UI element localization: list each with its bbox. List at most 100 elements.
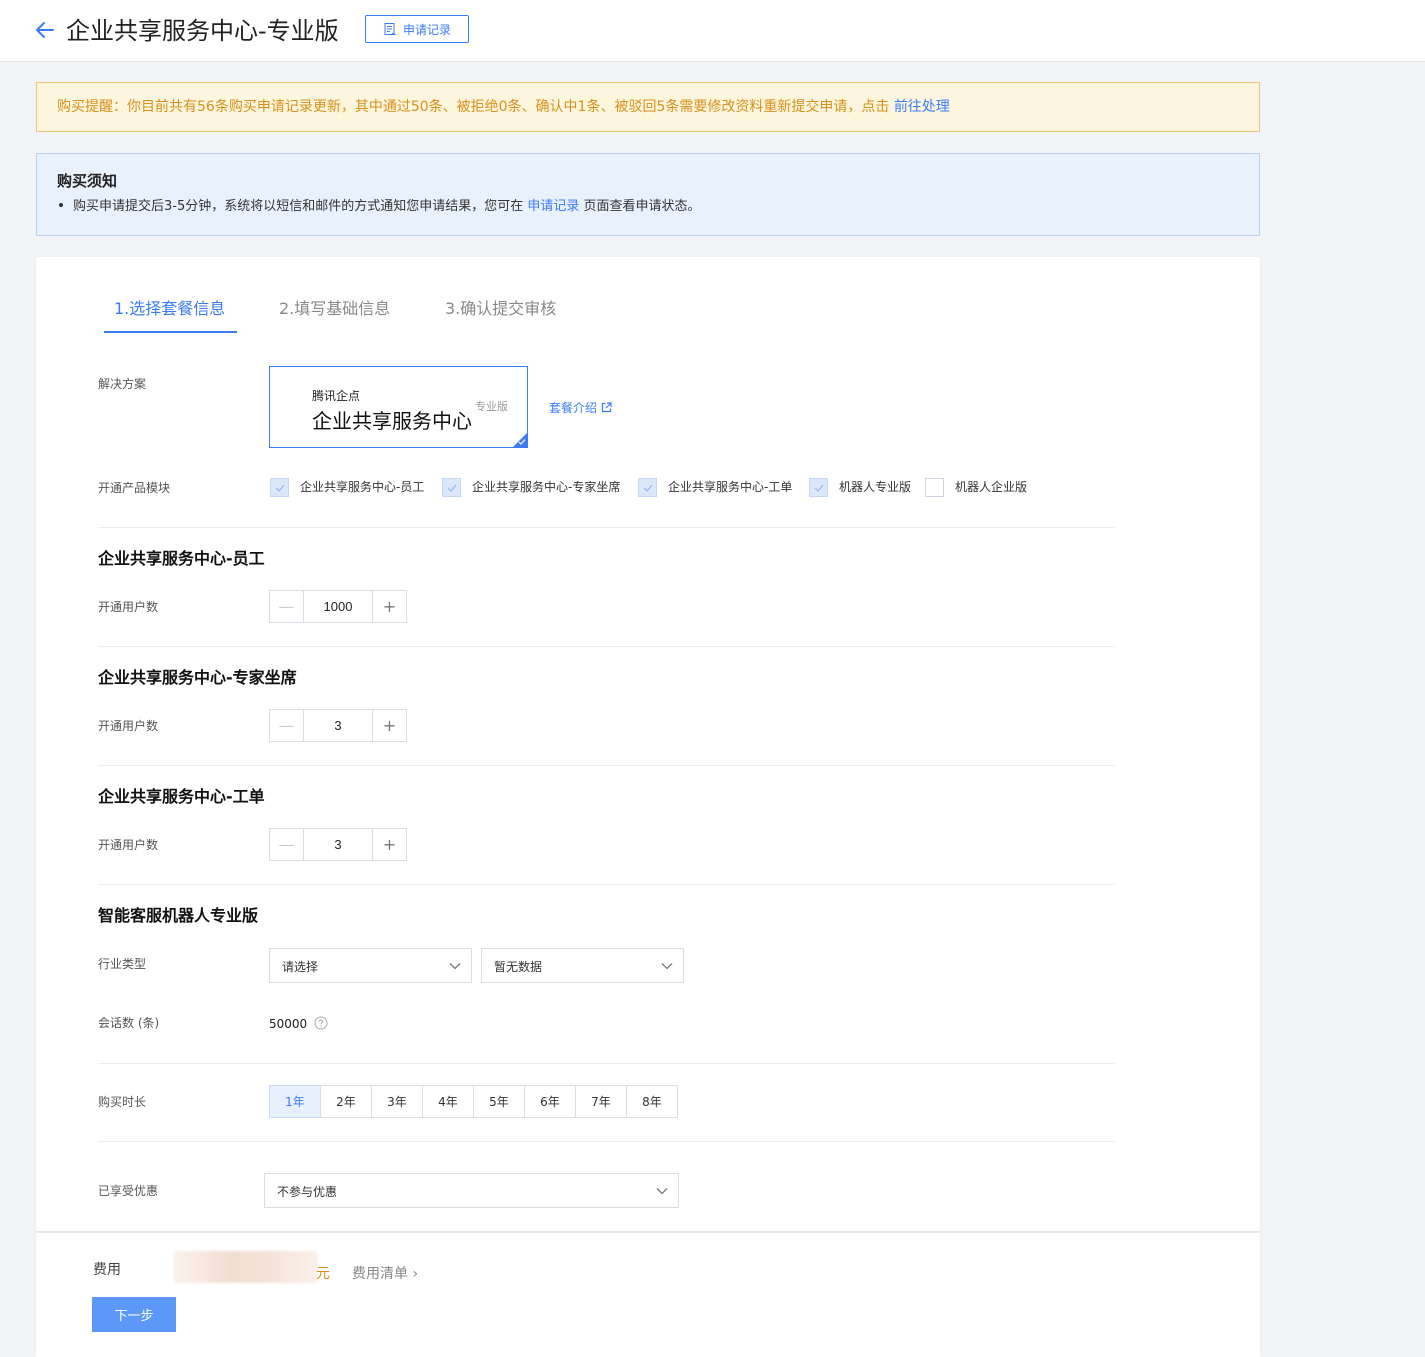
solution-label: 解决方案 — [98, 377, 147, 391]
notice-title: 购买须知 — [57, 172, 118, 190]
solution-card-selected[interactable]: 腾讯企点 企业共享服务中心 专业版 — [269, 366, 528, 448]
step-tab-confirm-submit[interactable]: 3.确认提交审核 — [445, 297, 556, 321]
decrement-button[interactable]: — — [270, 829, 304, 860]
increment-button[interactable]: + — [372, 710, 406, 741]
duration-option-2y[interactable]: 2年 — [320, 1085, 372, 1118]
expert-users-label: 开通用户数 — [98, 719, 159, 733]
notice-item: 购买申请提交后3-5分钟，系统将以短信和邮件的方式通知您申请结果，您可在 申请记… — [57, 195, 1239, 219]
module-label-expert: 企业共享服务中心-专家坐席 — [472, 480, 621, 494]
industry-select[interactable]: 请选择 — [269, 948, 472, 983]
staff-users-input[interactable] — [304, 591, 372, 622]
duration-label: 购买时长 — [98, 1095, 147, 1109]
section-title-ticket: 企业共享服务中心-工单 — [98, 787, 265, 806]
page-title: 企业共享服务中心-专业版 — [66, 17, 339, 45]
check-icon — [643, 484, 653, 493]
notice-text-before: 购买申请提交后3-5分钟，系统将以短信和邮件的方式通知您申请结果，您可在 — [73, 199, 524, 214]
duration-option-4y[interactable]: 4年 — [422, 1085, 474, 1118]
purchase-reminder-text: 购买提醒：你目前共有56条购买申请记录更新，其中通过50条、被拒绝0条、确认中1… — [57, 99, 890, 115]
purchase-notice: 购买须知 购买申请提交后3-5分钟，系统将以短信和邮件的方式通知您申请结果，您可… — [36, 153, 1260, 236]
check-icon — [275, 484, 285, 493]
package-form-card: 1.选择套餐信息 2.填写基础信息 3.确认提交审核 解决方案 腾讯企点 企业共… — [36, 257, 1260, 1231]
step-tab-basic-info[interactable]: 2.填写基础信息 — [279, 297, 390, 321]
section-title-expert: 企业共享服务中心-专家坐席 — [98, 668, 297, 687]
decrement-button[interactable]: — — [270, 591, 304, 622]
top-header: 企业共享服务中心-专业版 申请记录 — [0, 0, 1425, 62]
fee-list-link[interactable]: 费用清单 › — [352, 1263, 418, 1283]
expert-users-stepper: — + — [269, 709, 407, 742]
duration-option-5y[interactable]: 5年 — [473, 1085, 525, 1118]
document-icon — [384, 23, 396, 36]
ticket-users-stepper: — + — [269, 828, 407, 861]
module-checkbox-expert[interactable] — [442, 478, 461, 497]
divider — [98, 884, 1115, 885]
duration-option-8y[interactable]: 8年 — [626, 1085, 678, 1118]
discount-label: 已享受优惠 — [98, 1184, 159, 1198]
discount-select-value: 不参与优惠 — [277, 1185, 338, 1199]
fee-unit: 元 — [316, 1266, 330, 1282]
divider — [98, 527, 1115, 528]
step-tab-select-package[interactable]: 1.选择套餐信息 — [114, 297, 225, 321]
bullet-icon — [59, 203, 63, 207]
divider — [98, 1141, 1115, 1142]
module-checkbox-robot-enterprise[interactable] — [925, 478, 944, 497]
check-icon — [447, 484, 457, 493]
divider — [98, 765, 1115, 766]
duration-option-3y[interactable]: 3年 — [371, 1085, 423, 1118]
solution-name: 企业共享服务中心 — [312, 409, 472, 433]
module-label-ticket: 企业共享服务中心-工单 — [668, 480, 793, 494]
sub-industry-select[interactable]: 暂无数据 — [481, 948, 684, 983]
fee-list-label: 费用清单 — [352, 1266, 408, 1282]
duration-option-1y[interactable]: 1年 — [269, 1085, 321, 1118]
package-intro-link[interactable]: 套餐介绍 — [549, 399, 612, 416]
module-checkbox-robot-pro[interactable] — [809, 478, 828, 497]
notice-text-after: 页面查看申请状态。 — [583, 199, 701, 214]
staff-users-label: 开通用户数 — [98, 600, 159, 614]
back-arrow-icon[interactable] — [34, 19, 56, 41]
fee-footer: 费用 元 费用清单 › 下一步 — [36, 1233, 1260, 1357]
section-title-robot: 智能客服机器人专业版 — [98, 906, 259, 925]
package-intro-label: 套餐介绍 — [549, 401, 598, 415]
sub-industry-select-value: 暂无数据 — [494, 960, 543, 974]
sessions-label: 会话数 (条) — [98, 1016, 160, 1030]
go-handle-link[interactable]: 前往处理 — [894, 99, 950, 115]
expert-users-input[interactable] — [304, 710, 372, 741]
module-label-robot-enterprise: 机器人企业版 — [955, 480, 1028, 494]
chevron-down-icon — [656, 1188, 668, 1195]
discount-select[interactable]: 不参与优惠 — [264, 1173, 679, 1208]
ticket-users-label: 开通用户数 — [98, 838, 159, 852]
application-record-link[interactable]: 申请记录 — [527, 199, 579, 214]
external-link-icon — [601, 402, 612, 413]
check-icon — [814, 484, 824, 493]
ticket-users-input[interactable] — [304, 829, 372, 860]
solution-tier: 专业版 — [475, 400, 508, 413]
staff-users-stepper: — + — [269, 590, 407, 623]
duration-option-7y[interactable]: 7年 — [575, 1085, 627, 1118]
decrement-button[interactable]: — — [270, 710, 304, 741]
increment-button[interactable]: + — [372, 829, 406, 860]
module-checkbox-ticket[interactable] — [638, 478, 657, 497]
fee-amount-redacted — [173, 1251, 318, 1283]
industry-select-value: 请选择 — [282, 960, 319, 974]
record-button-label: 申请记录 — [402, 22, 451, 37]
module-label-robot-pro: 机器人专业版 — [839, 480, 912, 494]
section-title-staff: 企业共享服务中心-员工 — [98, 549, 265, 568]
help-icon[interactable] — [314, 1016, 328, 1030]
chevron-down-icon — [449, 963, 461, 970]
chevron-down-icon — [661, 963, 673, 970]
next-step-button[interactable]: 下一步 — [92, 1297, 176, 1332]
modules-label: 开通产品模块 — [98, 481, 171, 495]
divider — [98, 1063, 1115, 1064]
application-record-button[interactable]: 申请记录 — [365, 15, 469, 43]
check-icon — [518, 439, 526, 445]
chevron-right-icon: › — [412, 1266, 419, 1282]
solution-brand: 腾讯企点 — [312, 389, 361, 403]
fee-label: 费用 — [93, 1262, 121, 1278]
sessions-value: 50000 — [269, 1017, 308, 1031]
duration-option-6y[interactable]: 6年 — [524, 1085, 576, 1118]
duration-options: 1年 2年 3年 4年 5年 6年 7年 8年 — [269, 1085, 678, 1118]
purchase-reminder-alert: 购买提醒：你目前共有56条购买申请记录更新，其中通过50条、被拒绝0条、确认中1… — [36, 82, 1260, 132]
module-label-staff: 企业共享服务中心-员工 — [300, 480, 425, 494]
increment-button[interactable]: + — [372, 591, 406, 622]
divider — [98, 646, 1115, 647]
module-checkbox-staff[interactable] — [270, 478, 289, 497]
